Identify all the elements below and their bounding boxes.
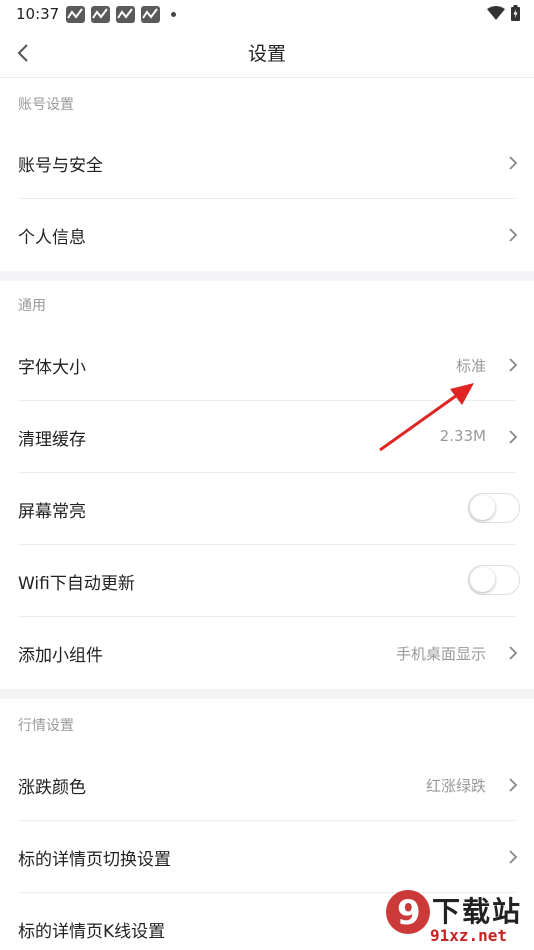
- settings-row-personal-info[interactable]: 个人信息: [0, 199, 534, 271]
- notification-icons: [66, 6, 160, 23]
- screen-on-toggle[interactable]: [468, 493, 520, 523]
- wifi-auto-update-toggle[interactable]: [468, 565, 520, 595]
- settings-row-wifi-auto-update: Wifi下自动更新: [0, 545, 534, 617]
- settings-row-rise-fall-color[interactable]: 涨跌颜色 红涨绿跌: [0, 749, 534, 821]
- settings-row-detail-switch[interactable]: 标的详情页切换设置: [0, 821, 534, 893]
- status-time: 10:37: [16, 5, 60, 23]
- notification-app-icon: [66, 6, 85, 23]
- row-label: 涨跌颜色: [18, 778, 86, 798]
- row-label: Wifi下自动更新: [18, 574, 135, 594]
- page-title: 设置: [247, 43, 286, 65]
- system-status-icons: [487, 5, 520, 21]
- chevron-right-icon: [509, 358, 518, 372]
- notification-dot-icon: [171, 12, 176, 17]
- nav-bar: 设置: [0, 30, 534, 78]
- row-label: 标的详情页切换设置: [18, 850, 171, 870]
- row-label: 添加小组件: [18, 646, 103, 666]
- section-gap: [0, 271, 534, 281]
- settings-row-add-widget[interactable]: 添加小组件 手机桌面显示: [0, 617, 534, 689]
- row-label: 字体大小: [18, 358, 86, 378]
- row-label: 清理缓存: [18, 430, 86, 450]
- toggle-knob: [470, 567, 495, 592]
- chevron-right-icon: [509, 850, 518, 864]
- status-bar: 10:37: [0, 0, 534, 30]
- wifi-icon: [487, 6, 505, 20]
- row-label: 标的详情页K线设置: [18, 922, 166, 942]
- battery-icon: [511, 5, 520, 21]
- notification-app-icon: [116, 6, 135, 23]
- chevron-right-icon: [509, 156, 518, 170]
- row-label: 屏幕常亮: [18, 502, 86, 522]
- settings-row-screen-on: 屏幕常亮: [0, 473, 534, 545]
- chevron-right-icon: [509, 430, 518, 444]
- svg-text:9: 9: [397, 893, 421, 933]
- chevron-right-icon: [509, 646, 518, 660]
- section-header-market: 行情设置: [18, 718, 74, 734]
- settings-row-account-security[interactable]: 账号与安全: [0, 127, 534, 199]
- notification-app-icon: [141, 6, 160, 23]
- chevron-right-icon: [509, 228, 518, 242]
- notification-app-icon: [91, 6, 110, 23]
- chevron-right-icon: [509, 778, 518, 792]
- section-header-account: 账号设置: [18, 97, 74, 113]
- watermark-brand: 下载站: [432, 895, 523, 928]
- row-value: 标准: [455, 357, 486, 375]
- row-label: 账号与安全: [18, 156, 103, 176]
- toggle-knob: [470, 495, 495, 520]
- watermark-url: 91xz.net: [430, 926, 508, 945]
- row-label: 个人信息: [18, 228, 86, 248]
- section-header-general: 通用: [18, 298, 46, 314]
- section-gap: [0, 689, 534, 699]
- annotation-arrow: [379, 383, 474, 452]
- row-value: 手机桌面显示: [395, 645, 486, 663]
- row-value: 红涨绿跌: [425, 777, 486, 795]
